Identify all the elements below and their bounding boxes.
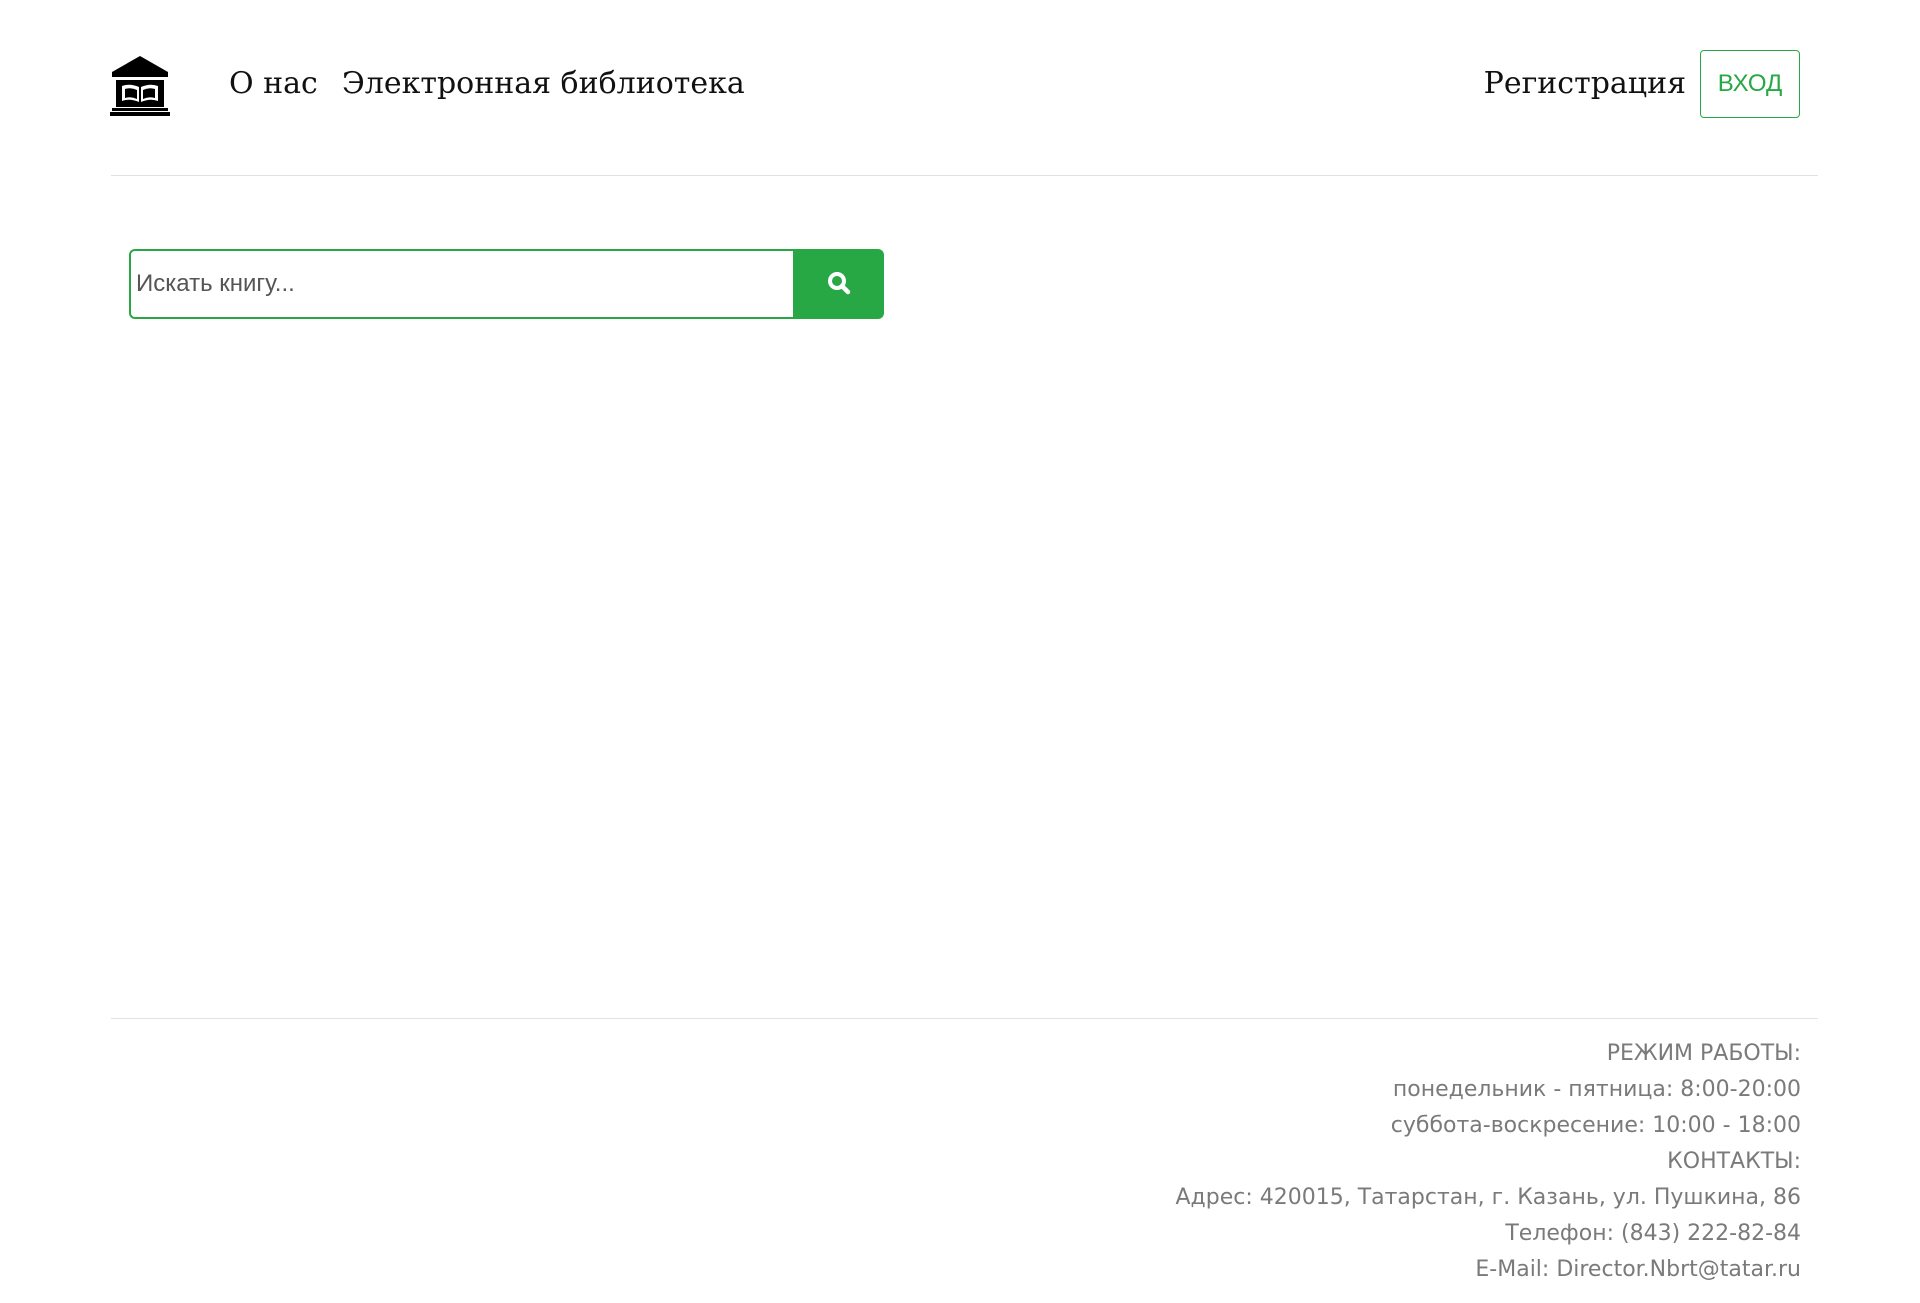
footer-divider	[111, 1018, 1818, 1019]
contact-email: E-Mail: Director.Nbrt@tatar.ru	[1475, 1257, 1801, 1282]
search-input[interactable]	[129, 249, 793, 319]
nav-library-link[interactable]: Электронная библиотека	[342, 66, 745, 101]
hours-weekdays: понедельник - пятница: 8:00-20:00	[1392, 1077, 1801, 1102]
header-divider	[111, 175, 1818, 176]
library-icon[interactable]	[110, 54, 170, 116]
search-button[interactable]	[793, 249, 884, 319]
page: О нас Электронная библиотека Регистрация…	[0, 0, 1920, 1303]
site-header: О нас Электронная библиотека Регистрация…	[110, 48, 1820, 122]
contact-address: Адрес: 420015, Татарстан, г. Казань, ул.…	[1175, 1185, 1801, 1210]
nav-about-link[interactable]: О нас	[229, 66, 318, 101]
search-form	[129, 249, 884, 319]
hours-title: РЕЖИМ РАБОТЫ:	[1606, 1041, 1801, 1066]
hours-weekend: суббота-воскресение: 10:00 - 18:00	[1390, 1113, 1801, 1138]
register-link[interactable]: Регистрация	[1484, 66, 1686, 101]
contact-phone: Телефон: (843) 222-82-84	[1505, 1221, 1801, 1246]
search-icon	[826, 270, 852, 299]
contacts-title: КОНТАКТЫ:	[1667, 1149, 1801, 1174]
main-nav: О нас Электронная библиотека	[229, 66, 745, 101]
site-footer: РЕЖИМ РАБОТЫ: понедельник - пятница: 8:0…	[1175, 1036, 1801, 1288]
login-button[interactable]: ВХОД	[1700, 50, 1800, 118]
